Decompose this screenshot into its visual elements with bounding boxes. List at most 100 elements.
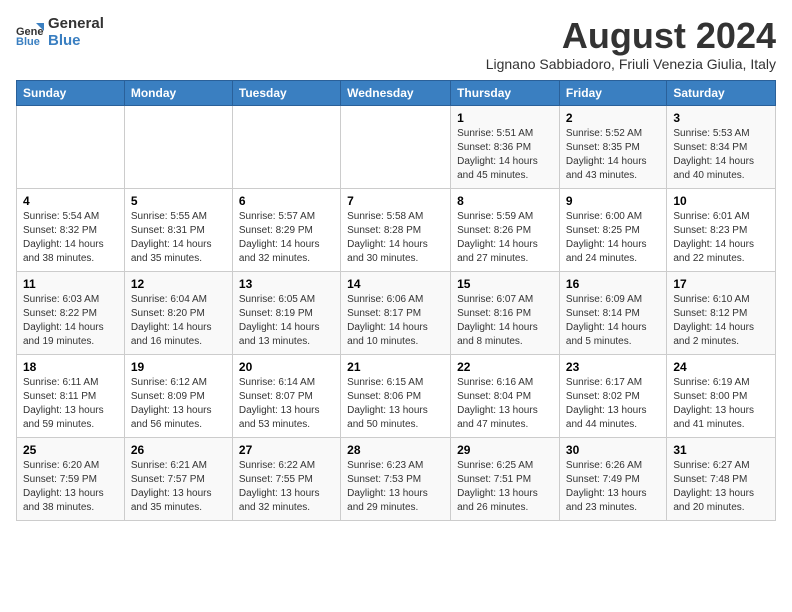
- day-number: 31: [673, 443, 769, 457]
- calendar-cell: 4 Sunrise: 5:54 AM Sunset: 8:32 PM Daylig…: [17, 188, 125, 271]
- calendar-cell: 17 Sunrise: 6:10 AM Sunset: 8:12 PM Dayli…: [667, 271, 776, 354]
- day-info: Sunrise: 6:09 AM Sunset: 8:14 PM Dayligh…: [566, 293, 660, 349]
- calendar-cell: [341, 105, 451, 188]
- day-number: 24: [673, 360, 769, 374]
- calendar-cell: 14 Sunrise: 6:06 AM Sunset: 8:17 PM Dayli…: [341, 271, 451, 354]
- day-number: 9: [566, 194, 660, 208]
- calendar-cell: 24Sunrise: 6:19 AM Sunset: 8:00 PM Dayli…: [667, 354, 776, 437]
- calendar-cell: 11 Sunrise: 6:03 AM Sunset: 8:22 PM Dayli…: [17, 271, 125, 354]
- header-saturday: Saturday: [667, 80, 776, 105]
- day-number: 8: [457, 194, 553, 208]
- calendar-cell: 19 Sunrise: 6:12 AM Sunset: 8:09 PM Dayli…: [124, 354, 232, 437]
- header-thursday: Thursday: [451, 80, 560, 105]
- day-info: Sunrise: 6:04 AM Sunset: 8:20 PM Dayligh…: [131, 293, 226, 349]
- header-wednesday: Wednesday: [341, 80, 451, 105]
- day-info: Sunrise: 6:14 AM Sunset: 8:07 PM Dayligh…: [239, 376, 334, 432]
- day-info: Sunrise: 5:51 AM Sunset: 8:36 PM Dayligh…: [457, 127, 553, 183]
- day-info: Sunrise: 6:03 AM Sunset: 8:22 PM Dayligh…: [23, 293, 118, 349]
- day-number: 16: [566, 277, 660, 291]
- day-number: 15: [457, 277, 553, 291]
- day-info: Sunrise: 6:26 AM Sunset: 7:49 PM Dayligh…: [566, 459, 660, 515]
- logo: General Blue General Blue: [16, 16, 104, 49]
- day-number: 12: [131, 277, 226, 291]
- day-number: 29: [457, 443, 553, 457]
- calendar-cell: 6 Sunrise: 5:57 AM Sunset: 8:29 PM Daylig…: [232, 188, 340, 271]
- calendar-cell: 1 Sunrise: 5:51 AM Sunset: 8:36 PM Daylig…: [451, 105, 560, 188]
- calendar-table: SundayMondayTuesdayWednesdayThursdayFrid…: [16, 80, 776, 521]
- day-number: 4: [23, 194, 118, 208]
- calendar-cell: [124, 105, 232, 188]
- day-info: Sunrise: 6:07 AM Sunset: 8:16 PM Dayligh…: [457, 293, 553, 349]
- day-info: Sunrise: 5:52 AM Sunset: 8:35 PM Dayligh…: [566, 127, 660, 183]
- calendar-cell: 23 Sunrise: 6:17 AM Sunset: 8:02 PM Dayli…: [559, 354, 666, 437]
- day-number: 2: [566, 111, 660, 125]
- calendar-cell: 7 Sunrise: 5:58 AM Sunset: 8:28 PM Daylig…: [341, 188, 451, 271]
- day-number: 20: [239, 360, 334, 374]
- day-number: 3: [673, 111, 769, 125]
- day-number: 27: [239, 443, 334, 457]
- day-info: Sunrise: 6:12 AM Sunset: 8:09 PM Dayligh…: [131, 376, 226, 432]
- calendar-cell: 5 Sunrise: 5:55 AM Sunset: 8:31 PM Daylig…: [124, 188, 232, 271]
- day-info: Sunrise: 6:00 AM Sunset: 8:25 PM Dayligh…: [566, 210, 660, 266]
- day-number: 23: [566, 360, 660, 374]
- logo-icon: General Blue: [16, 19, 44, 47]
- day-number: 18: [23, 360, 118, 374]
- week-row-2: 4 Sunrise: 5:54 AM Sunset: 8:32 PM Daylig…: [17, 188, 776, 271]
- day-info: Sunrise: 6:27 AM Sunset: 7:48 PM Dayligh…: [673, 459, 769, 515]
- day-number: 17: [673, 277, 769, 291]
- calendar-cell: 31 Sunrise: 6:27 AM Sunset: 7:48 PM Dayli…: [667, 437, 776, 520]
- title-area: August 2024 Lignano Sabbiadoro, Friuli V…: [486, 16, 776, 72]
- day-number: 10: [673, 194, 769, 208]
- day-number: 19: [131, 360, 226, 374]
- header-monday: Monday: [124, 80, 232, 105]
- day-info: Sunrise: 6:23 AM Sunset: 7:53 PM Dayligh…: [347, 459, 444, 515]
- calendar-header: SundayMondayTuesdayWednesdayThursdayFrid…: [17, 80, 776, 105]
- day-number: 30: [566, 443, 660, 457]
- day-info: Sunrise: 5:54 AM Sunset: 8:32 PM Dayligh…: [23, 210, 118, 266]
- day-info: Sunrise: 5:55 AM Sunset: 8:31 PM Dayligh…: [131, 210, 226, 266]
- calendar-cell: 28 Sunrise: 6:23 AM Sunset: 7:53 PM Dayli…: [341, 437, 451, 520]
- day-info: Sunrise: 6:21 AM Sunset: 7:57 PM Dayligh…: [131, 459, 226, 515]
- day-info: Sunrise: 6:17 AM Sunset: 8:02 PM Dayligh…: [566, 376, 660, 432]
- day-number: 25: [23, 443, 118, 457]
- header-tuesday: Tuesday: [232, 80, 340, 105]
- day-info: Sunrise: 5:57 AM Sunset: 8:29 PM Dayligh…: [239, 210, 334, 266]
- week-row-1: 1 Sunrise: 5:51 AM Sunset: 8:36 PM Daylig…: [17, 105, 776, 188]
- day-number: 21: [347, 360, 444, 374]
- calendar-cell: 22Sunrise: 6:16 AM Sunset: 8:04 PM Dayli…: [451, 354, 560, 437]
- calendar-cell: 2 Sunrise: 5:52 AM Sunset: 8:35 PM Daylig…: [559, 105, 666, 188]
- calendar-cell: 29 Sunrise: 6:25 AM Sunset: 7:51 PM Dayli…: [451, 437, 560, 520]
- day-info: Sunrise: 6:15 AM Sunset: 8:06 PM Dayligh…: [347, 376, 444, 432]
- svg-text:Blue: Blue: [16, 36, 40, 47]
- day-number: 5: [131, 194, 226, 208]
- day-number: 1: [457, 111, 553, 125]
- day-number: 7: [347, 194, 444, 208]
- calendar-cell: 12 Sunrise: 6:04 AM Sunset: 8:20 PM Dayli…: [124, 271, 232, 354]
- calendar-cell: [232, 105, 340, 188]
- calendar-cell: 16 Sunrise: 6:09 AM Sunset: 8:14 PM Dayli…: [559, 271, 666, 354]
- header-sunday: Sunday: [17, 80, 125, 105]
- calendar-cell: 8Sunrise: 5:59 AM Sunset: 8:26 PM Daylig…: [451, 188, 560, 271]
- day-number: 6: [239, 194, 334, 208]
- subtitle: Lignano Sabbiadoro, Friuli Venezia Giuli…: [486, 56, 776, 72]
- header-friday: Friday: [559, 80, 666, 105]
- day-number: 28: [347, 443, 444, 457]
- day-info: Sunrise: 6:10 AM Sunset: 8:12 PM Dayligh…: [673, 293, 769, 349]
- calendar-cell: 9 Sunrise: 6:00 AM Sunset: 8:25 PM Daylig…: [559, 188, 666, 271]
- day-info: Sunrise: 6:25 AM Sunset: 7:51 PM Dayligh…: [457, 459, 553, 515]
- day-info: Sunrise: 5:53 AM Sunset: 8:34 PM Dayligh…: [673, 127, 769, 183]
- day-info: Sunrise: 6:01 AM Sunset: 8:23 PM Dayligh…: [673, 210, 769, 266]
- day-number: 11: [23, 277, 118, 291]
- day-info: Sunrise: 5:58 AM Sunset: 8:28 PM Dayligh…: [347, 210, 444, 266]
- calendar-cell: 15 Sunrise: 6:07 AM Sunset: 8:16 PM Dayli…: [451, 271, 560, 354]
- calendar-cell: 13Sunrise: 6:05 AM Sunset: 8:19 PM Dayli…: [232, 271, 340, 354]
- calendar-cell: [17, 105, 125, 188]
- day-info: Sunrise: 6:16 AM Sunset: 8:04 PM Dayligh…: [457, 376, 553, 432]
- day-info: Sunrise: 6:06 AM Sunset: 8:17 PM Dayligh…: [347, 293, 444, 349]
- day-number: 14: [347, 277, 444, 291]
- header-row: SundayMondayTuesdayWednesdayThursdayFrid…: [17, 80, 776, 105]
- logo-general: General: [48, 16, 104, 33]
- day-info: Sunrise: 6:11 AM Sunset: 8:11 PM Dayligh…: [23, 376, 118, 432]
- calendar-cell: 30 Sunrise: 6:26 AM Sunset: 7:49 PM Dayli…: [559, 437, 666, 520]
- calendar-cell: 27Sunrise: 6:22 AM Sunset: 7:55 PM Dayli…: [232, 437, 340, 520]
